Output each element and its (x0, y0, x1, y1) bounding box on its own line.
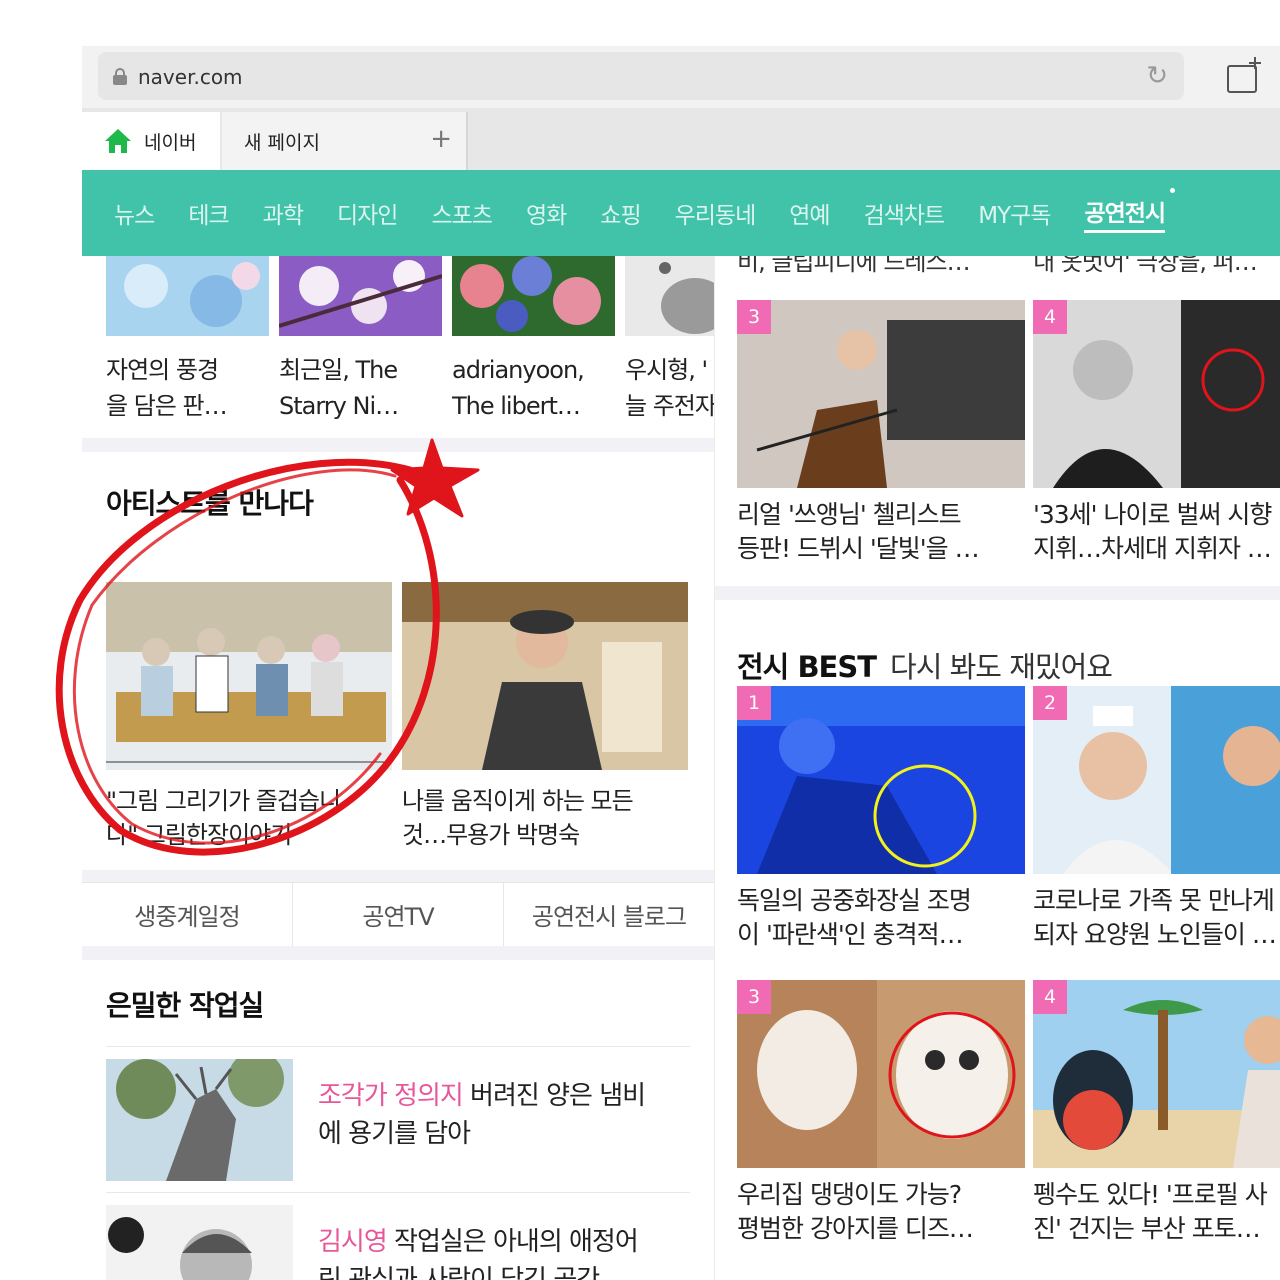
thumb-caption: 자연의 풍경 을 담은 판… (106, 356, 228, 420)
blossom-painting-image (278, 256, 443, 336)
reload-icon[interactable]: ↻ (1146, 62, 1168, 90)
right-column: 비, 글립피디에 드레스… 내 옷벗어' 극장을, 퍼… 3 리얼 '쓰앵님' … (714, 256, 1280, 1280)
best-card[interactable]: 1 독일의 공중화장실 조명 이 '파란색'인 충격적… (737, 686, 1025, 952)
lock-icon (113, 68, 127, 85)
home-icon (105, 129, 131, 153)
url-field[interactable]: naver.com ↻ (98, 52, 1184, 100)
section-divider (82, 946, 714, 960)
url-text: naver.com (138, 65, 243, 89)
subtab-live-schedule[interactable]: 생중계일정 (82, 883, 293, 946)
rank-badge: 4 (1033, 300, 1067, 334)
sub-tabs: 생중계일정 공연TV 공연전시 블로그 (82, 882, 714, 946)
add-tab-icon[interactable]: + (430, 124, 452, 154)
nav-entertainment[interactable]: 연예 (789, 196, 830, 230)
news-caption: '33세' 나이로 벌써 시향 지휘…차세대 지휘자 … (1033, 500, 1272, 563)
section-divider (82, 438, 714, 452)
category-nav: 뉴스 테크 과학 디자인 스포츠 영화 쇼핑 우리동네 연예 검색차트 MY구독… (82, 170, 1280, 256)
browser-window: naver.com ↻ 네이버 새 페이지 + 뉴스 테크 과학 디자인 스포츠… (82, 46, 1280, 1280)
left-column: 자연의 풍경 을 담은 판… 최근일, The Starry Ni… adria… (82, 256, 714, 1280)
best-caption: 펭수도 있다! '프로필 사 진' 건지는 부산 포토… (1033, 1180, 1268, 1243)
best-caption: 코로나로 가족 못 만나게 되자 요양원 노인들이 … (1033, 886, 1277, 949)
artist-card[interactable]: 나를 움직이게 하는 모든 것…무용가 박명숙 (402, 582, 688, 852)
cut-off-caption: 비, 글립피디에 드레스… (737, 256, 971, 276)
artist-portrait-image (106, 1205, 293, 1280)
thumbnail-row: 자연의 풍경 을 담은 판… 최근일, The Starry Ni… adria… (106, 256, 714, 424)
best-caption: 우리집 댕댕이도 가능? 평범한 강아지를 디즈… (737, 1180, 974, 1243)
news-card[interactable]: 4 '33세' 나이로 벌써 시향 지휘…차세대 지휘자 … (1033, 300, 1280, 566)
studio-list-item[interactable]: 김시영 작업실은 아내의 애정어 린 관심과 사랑이 담긴 공간 (106, 1192, 690, 1280)
nav-active-label: 공연전시 (1084, 200, 1166, 227)
rank-badge: 2 (1033, 686, 1067, 720)
rank-badge: 1 (737, 686, 771, 720)
section-divider (715, 586, 1280, 600)
artist-card[interactable]: "그림 그리기가 즐겁습니 다" 그림한장이야기 (106, 582, 392, 852)
studio-section-title: 은밀한 작업실 (106, 989, 264, 1022)
nav-performance-exhibition[interactable]: 공연전시 (1084, 187, 1176, 233)
tab-new-page[interactable]: 새 페이지 + (222, 112, 468, 170)
thumb-card[interactable]: 자연의 풍경 을 담은 판… (106, 256, 269, 424)
nav-science[interactable]: 과학 (263, 196, 304, 230)
sketch-illustration-image (106, 582, 392, 770)
studio-headline: 조각가 정의지 버려진 양은 냄비 에 용기를 담아 (318, 1081, 646, 1149)
rank-badge: 3 (737, 300, 771, 334)
news-card[interactable]: 3 리얼 '쓰앵님' 첼리스트 등판! 드뷔시 '달빛'을 … (737, 300, 1025, 566)
dancer-portrait-image (402, 582, 688, 770)
subtab-performance-tv[interactable]: 공연TV (293, 883, 504, 946)
nav-sports[interactable]: 스포츠 (431, 196, 492, 230)
thumb-caption: 우시형, ' 늘 주전자 (625, 356, 714, 420)
sculpture-image (106, 1059, 293, 1181)
section-divider (82, 870, 714, 882)
news-caption: 리얼 '쓰앵님' 첼리스트 등판! 드뷔시 '달빛'을 … (737, 500, 980, 563)
nav-tech[interactable]: 테크 (188, 196, 229, 230)
tab-label: 새 페이지 (244, 131, 320, 154)
nav-design[interactable]: 디자인 (337, 196, 398, 230)
subtab-blog[interactable]: 공연전시 블로그 (504, 883, 714, 946)
nav-news[interactable]: 뉴스 (114, 196, 155, 230)
nav-neighborhood[interactable]: 우리동네 (675, 196, 757, 230)
new-tab-icon[interactable] (1226, 56, 1264, 94)
busan-photo-zone-image (1033, 980, 1280, 1168)
tab-label: 네이버 (144, 131, 197, 154)
best-card[interactable]: 3 우리집 댕댕이도 가능? 평범한 강아지를 디즈… (737, 980, 1025, 1246)
new-dot (1170, 187, 1176, 193)
thumb-card[interactable]: 우시형, ' 늘 주전자 (625, 256, 714, 424)
tab-bar: 네이버 새 페이지 + (82, 108, 1280, 170)
thumb-card[interactable]: 최근일, The Starry Ni… (278, 256, 443, 424)
nav-search-chart[interactable]: 검색차트 (864, 196, 946, 230)
cellist-photo-image (737, 300, 1025, 488)
best-section-title: 전시 BEST 다시 봐도 재밌어요 (737, 650, 1113, 684)
rank-badge: 4 (1033, 980, 1067, 1014)
conductor-photo-image (1033, 300, 1280, 488)
nurse-album-photo-image (1033, 686, 1280, 874)
landscape-painting-image (106, 256, 269, 336)
address-bar: naver.com ↻ (82, 46, 1280, 108)
nav-movie[interactable]: 영화 (526, 196, 567, 230)
rank-badge: 3 (737, 980, 771, 1014)
nav-shopping[interactable]: 쇼핑 (600, 196, 641, 230)
artist-section-title: 아티스트를 만나다 (106, 487, 314, 520)
cut-off-caption: 내 옷벗어' 극장을, 퍼… (1033, 256, 1258, 276)
artist-caption: "그림 그리기가 즐겁습니 다" 그림한장이야기 (106, 787, 341, 849)
kettle-artwork-image (625, 256, 714, 336)
studio-headline: 김시영 작업실은 아내의 애정어 린 관심과 사랑이 담긴 공간 (318, 1227, 639, 1280)
hydrangea-painting-image (452, 256, 615, 336)
best-caption: 독일의 공중화장실 조명 이 '파란색'인 충격적… (737, 886, 972, 949)
blue-restroom-photo-image (737, 686, 1025, 874)
tab-naver[interactable]: 네이버 (82, 112, 220, 170)
thumb-caption: 최근일, The Starry Ni… (279, 356, 399, 420)
thumb-caption: adrianyoon, The libert… (452, 356, 585, 420)
dog-filter-photo-image (737, 980, 1025, 1168)
best-card[interactable]: 2 코로나로 가족 못 만나게 되자 요양원 노인들이 … (1033, 686, 1280, 952)
best-card[interactable]: 4 펭수도 있다! '프로필 사 진' 건지는 부산 포토… (1033, 980, 1280, 1246)
thumb-card[interactable]: adrianyoon, The libert… (452, 256, 615, 424)
studio-list-item[interactable]: 조각가 정의지 버려진 양은 냄비 에 용기를 담아 (106, 1046, 690, 1192)
artist-caption: 나를 움직이게 하는 모든 것…무용가 박명숙 (402, 787, 634, 849)
nav-my-subscription[interactable]: MY구독 (978, 196, 1051, 230)
